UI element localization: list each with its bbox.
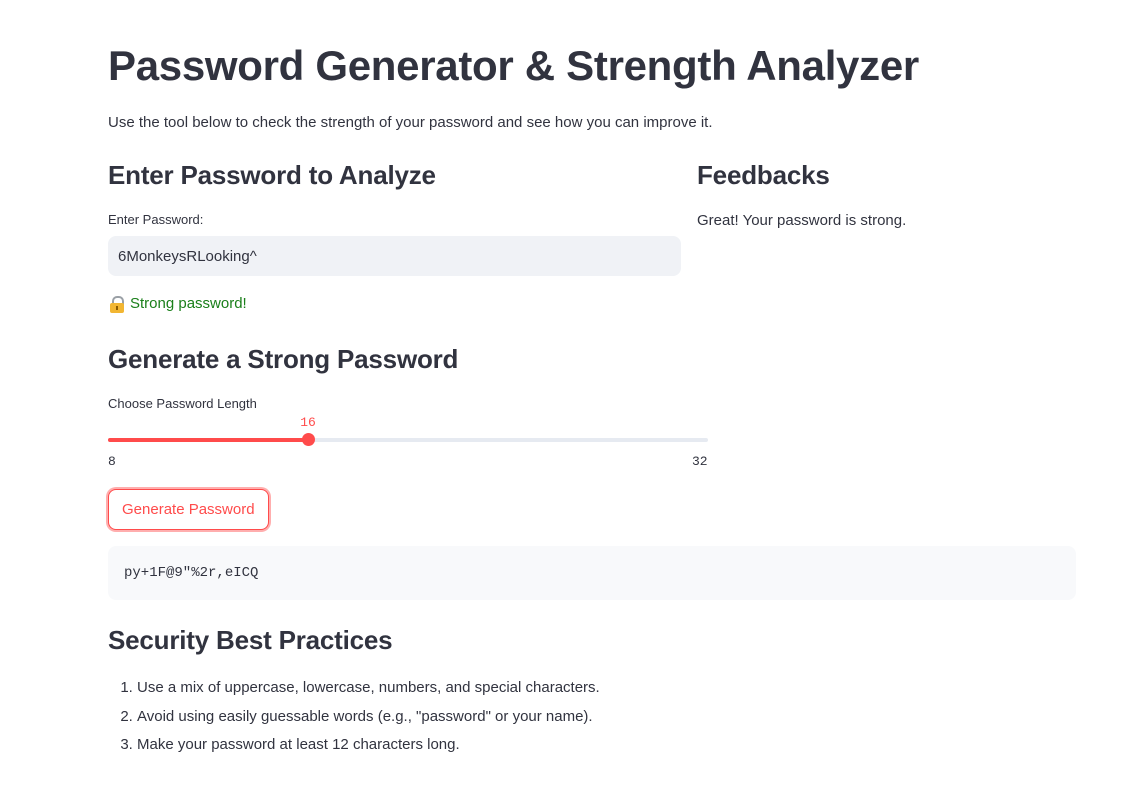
generate-password-button[interactable]: Generate Password (108, 489, 269, 530)
page-title: Password Generator & Strength Analyzer (108, 42, 919, 89)
slider-value: 16 (300, 415, 316, 430)
password-input[interactable] (108, 236, 681, 276)
slider-thumb[interactable] (302, 433, 315, 446)
generated-password: py+1F@9"%2r,eICQ (124, 565, 259, 581)
slider-fill (108, 438, 308, 442)
strength-indicator: Strong password! (110, 294, 247, 314)
list-item: Avoid using easily guessable words (e.g.… (137, 707, 600, 727)
slider-max-label: 32 (692, 454, 708, 469)
list-item: Use a mix of uppercase, lowercase, numbe… (137, 678, 600, 698)
list-item: Make your password at least 12 character… (137, 735, 600, 755)
generated-password-box: py+1F@9"%2r,eICQ (108, 546, 1076, 600)
strength-text: Strong password! (130, 295, 247, 312)
practices-heading: Security Best Practices (108, 625, 393, 655)
feedback-heading: Feedbacks (697, 160, 830, 190)
practices-list: Use a mix of uppercase, lowercase, numbe… (108, 678, 600, 764)
slider-label: Choose Password Length (108, 396, 257, 411)
page-intro: Use the tool below to check the strength… (108, 114, 713, 131)
password-input-label: Enter Password: (108, 212, 204, 227)
generate-heading: Generate a Strong Password (108, 344, 459, 374)
analyze-heading: Enter Password to Analyze (108, 160, 436, 190)
password-length-slider[interactable]: 16 (108, 415, 708, 446)
lock-icon (110, 295, 124, 313)
feedback-text: Great! Your password is strong. (697, 212, 907, 229)
slider-min-label: 8 (108, 454, 116, 469)
